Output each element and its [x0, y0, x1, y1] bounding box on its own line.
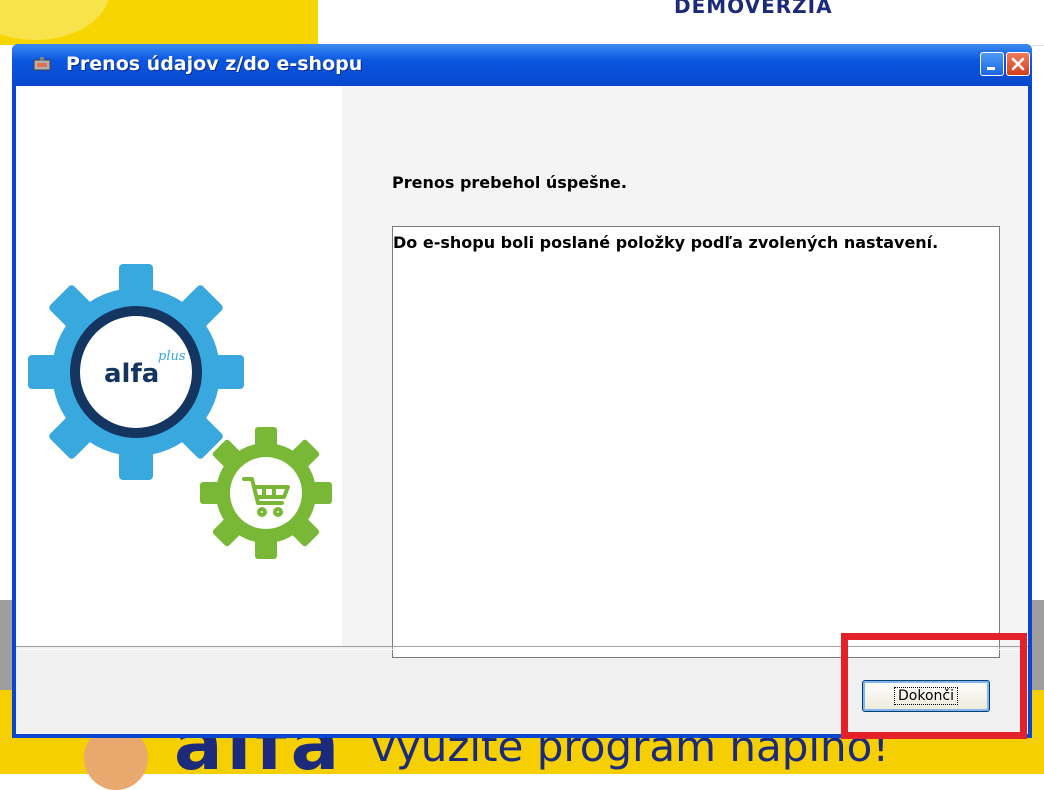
green-gear-cart-icon — [200, 427, 332, 559]
minimize-button[interactable] — [980, 52, 1004, 76]
background-side-right — [1032, 600, 1044, 700]
message-text: Do e-shopu boli poslané položky podľa zv… — [393, 233, 939, 252]
app-icon — [33, 57, 51, 71]
blue-gear-icon: alfa plus — [28, 264, 244, 480]
content-panel: Prenos prebehol úspešne. Do e-shopu boli… — [342, 86, 1028, 658]
highlight-annotation — [841, 633, 1027, 739]
message-textbox[interactable]: Do e-shopu boli poslané položky podľa zv… — [392, 226, 1000, 658]
background-app-corner — [0, 0, 318, 45]
logo-brand-text: alfa — [104, 359, 159, 389]
close-icon — [1011, 57, 1025, 71]
background-heading: DEMOVERZIA — [674, 0, 833, 18]
close-button[interactable] — [1006, 52, 1030, 76]
logo-brand-sup: plus — [158, 349, 186, 364]
dialog-title: Prenos údajov z/do e-shopu — [66, 53, 363, 75]
background-app-header: DEMOVERZIA — [318, 0, 1044, 46]
status-title: Prenos prebehol úspešne. — [392, 173, 627, 192]
alfa-plus-logo: alfa plus — [28, 264, 332, 559]
logo-panel: alfa plus — [16, 86, 342, 646]
dialog-titlebar[interactable]: Prenos údajov z/do e-shopu — [12, 44, 1032, 86]
